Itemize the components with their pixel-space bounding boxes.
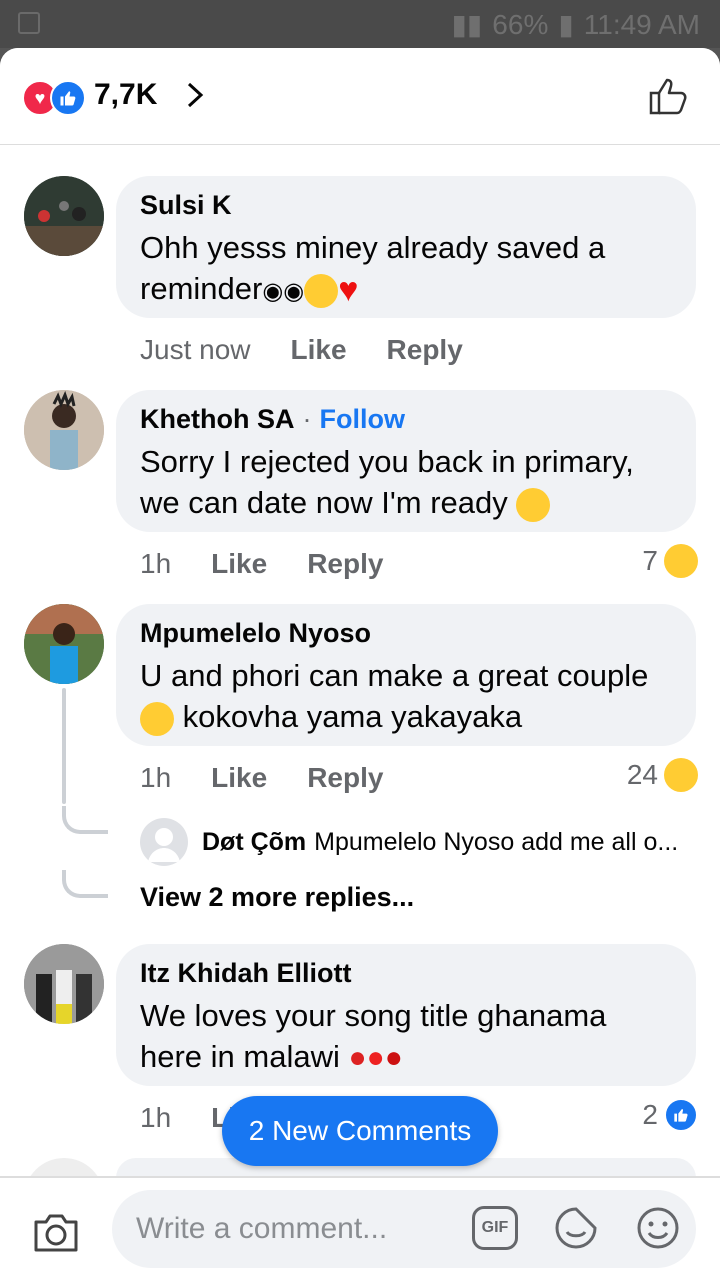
- strawberry-emoji: ●: [348, 1041, 367, 1074]
- reaction-count: 2: [642, 1099, 658, 1130]
- thread-line: [62, 688, 66, 804]
- comment-time: 1h: [140, 1102, 172, 1133]
- comment-text-continued: kokovha yama yakayaka: [182, 699, 523, 734]
- gif-icon[interactable]: GIF: [472, 1206, 518, 1250]
- battery-percentage: 66%: [492, 8, 549, 40]
- avatar[interactable]: [24, 390, 104, 470]
- haha-reaction-icon: [664, 544, 698, 578]
- separator-dot: ·: [302, 404, 312, 434]
- kissing-face-emoji: [304, 273, 339, 308]
- avatar[interactable]: [24, 176, 104, 256]
- camera-icon[interactable]: [32, 1210, 80, 1254]
- comment-author[interactable]: Mpumelelo Nyoso: [140, 618, 371, 649]
- status-bar: ▮▮ 66% ▮ 11:49 AM: [0, 0, 720, 48]
- reply-button[interactable]: Reply: [307, 548, 383, 580]
- comment-reactions[interactable]: 7: [642, 544, 698, 578]
- apple-emoji: ●: [384, 1041, 403, 1074]
- view-more-replies[interactable]: View 2 more replies...: [140, 882, 414, 913]
- sticker-icon[interactable]: [552, 1204, 600, 1252]
- reaction-count[interactable]: 7,7K: [94, 78, 157, 112]
- reactions-header: ♥ 7,7K: [0, 48, 720, 145]
- comment-input[interactable]: Write a comment... GIF: [112, 1190, 696, 1268]
- new-comments-button[interactable]: 2 New Comments: [222, 1096, 498, 1166]
- comment-reactions[interactable]: 24: [627, 758, 698, 792]
- comment-time: 1h: [140, 548, 172, 579]
- clock: 11:49 AM: [583, 8, 700, 40]
- reply-preview[interactable]: Døt Çõm Mpumelelo Nyoso add me all o...: [140, 818, 700, 866]
- like-reaction-icon: [664, 1098, 698, 1132]
- comment-author[interactable]: Itz Khidah Elliott: [140, 958, 351, 989]
- haha-reaction-icon: [664, 758, 698, 792]
- reaction-count: 24: [626, 759, 658, 790]
- reaction-count: 7: [642, 545, 658, 576]
- like-reaction-icon[interactable]: [50, 80, 86, 116]
- comment-author[interactable]: Khethoh SA: [140, 404, 295, 435]
- like-outline-icon[interactable]: [648, 76, 692, 116]
- comment-text: Ohh yesss miney already saved a reminder: [140, 230, 606, 306]
- thread-connector: [62, 806, 108, 834]
- status-indicators: ▮▮ 66% ▮ 11:49 AM: [451, 8, 700, 41]
- grinning-face-emoji: [140, 701, 174, 736]
- reply-button[interactable]: Reply: [387, 334, 463, 366]
- avatar[interactable]: [24, 604, 104, 684]
- default-avatar-icon: [140, 818, 188, 866]
- comment-text: Sorry I rejected you back in primary, we…: [140, 444, 634, 520]
- comment-author[interactable]: Sulsi K: [140, 190, 232, 221]
- eyes-emoji: ◉◉: [262, 278, 305, 305]
- comment-reactions[interactable]: 2: [642, 1098, 698, 1132]
- chevron-right-icon[interactable]: [180, 80, 210, 110]
- comment-input-placeholder: Write a comment...: [136, 1212, 388, 1245]
- like-button[interactable]: Like: [211, 548, 267, 580]
- tomato-emoji: ●: [366, 1041, 385, 1074]
- avatar[interactable]: [24, 944, 104, 1024]
- like-button[interactable]: Like: [211, 762, 267, 794]
- thread-connector: [62, 870, 108, 898]
- follow-button[interactable]: Follow: [320, 404, 405, 435]
- emoji-icon[interactable]: [634, 1204, 682, 1252]
- comment-time: 1h: [140, 762, 172, 793]
- battery-charging-icon: ▮: [558, 9, 574, 40]
- comment-bubble[interactable]: Khethoh SA · Follow Sorry I rejected you b…: [116, 390, 696, 532]
- signal-icon: ▮▮: [451, 9, 483, 40]
- relieved-face-emoji: [516, 487, 551, 522]
- comments-sheet: ♥ 7,7K Sulsi K Ohh yesss miney already s…: [0, 48, 720, 1280]
- gallery-notification-icon: [18, 12, 40, 34]
- comment-bubble[interactable]: Sulsi K Ohh yesss miney already saved a …: [116, 176, 696, 318]
- reply-author[interactable]: Døt Çõm: [202, 828, 306, 856]
- like-button[interactable]: Like: [291, 334, 347, 366]
- comment-composer: Write a comment... GIF: [0, 1176, 720, 1280]
- comment-bubble[interactable]: Itz Khidah Elliott We loves your song ti…: [116, 944, 696, 1086]
- comment-text: U and phori can make a great couple: [140, 658, 649, 693]
- comment-time: Just now: [140, 334, 251, 365]
- reply-button[interactable]: Reply: [307, 762, 383, 794]
- comment-bubble[interactable]: Mpumelelo Nyoso U and phori can make a g…: [116, 604, 696, 746]
- reply-text: Mpumelelo Nyoso add me all o...: [314, 827, 679, 856]
- red-heart-emoji: ♥: [338, 271, 359, 310]
